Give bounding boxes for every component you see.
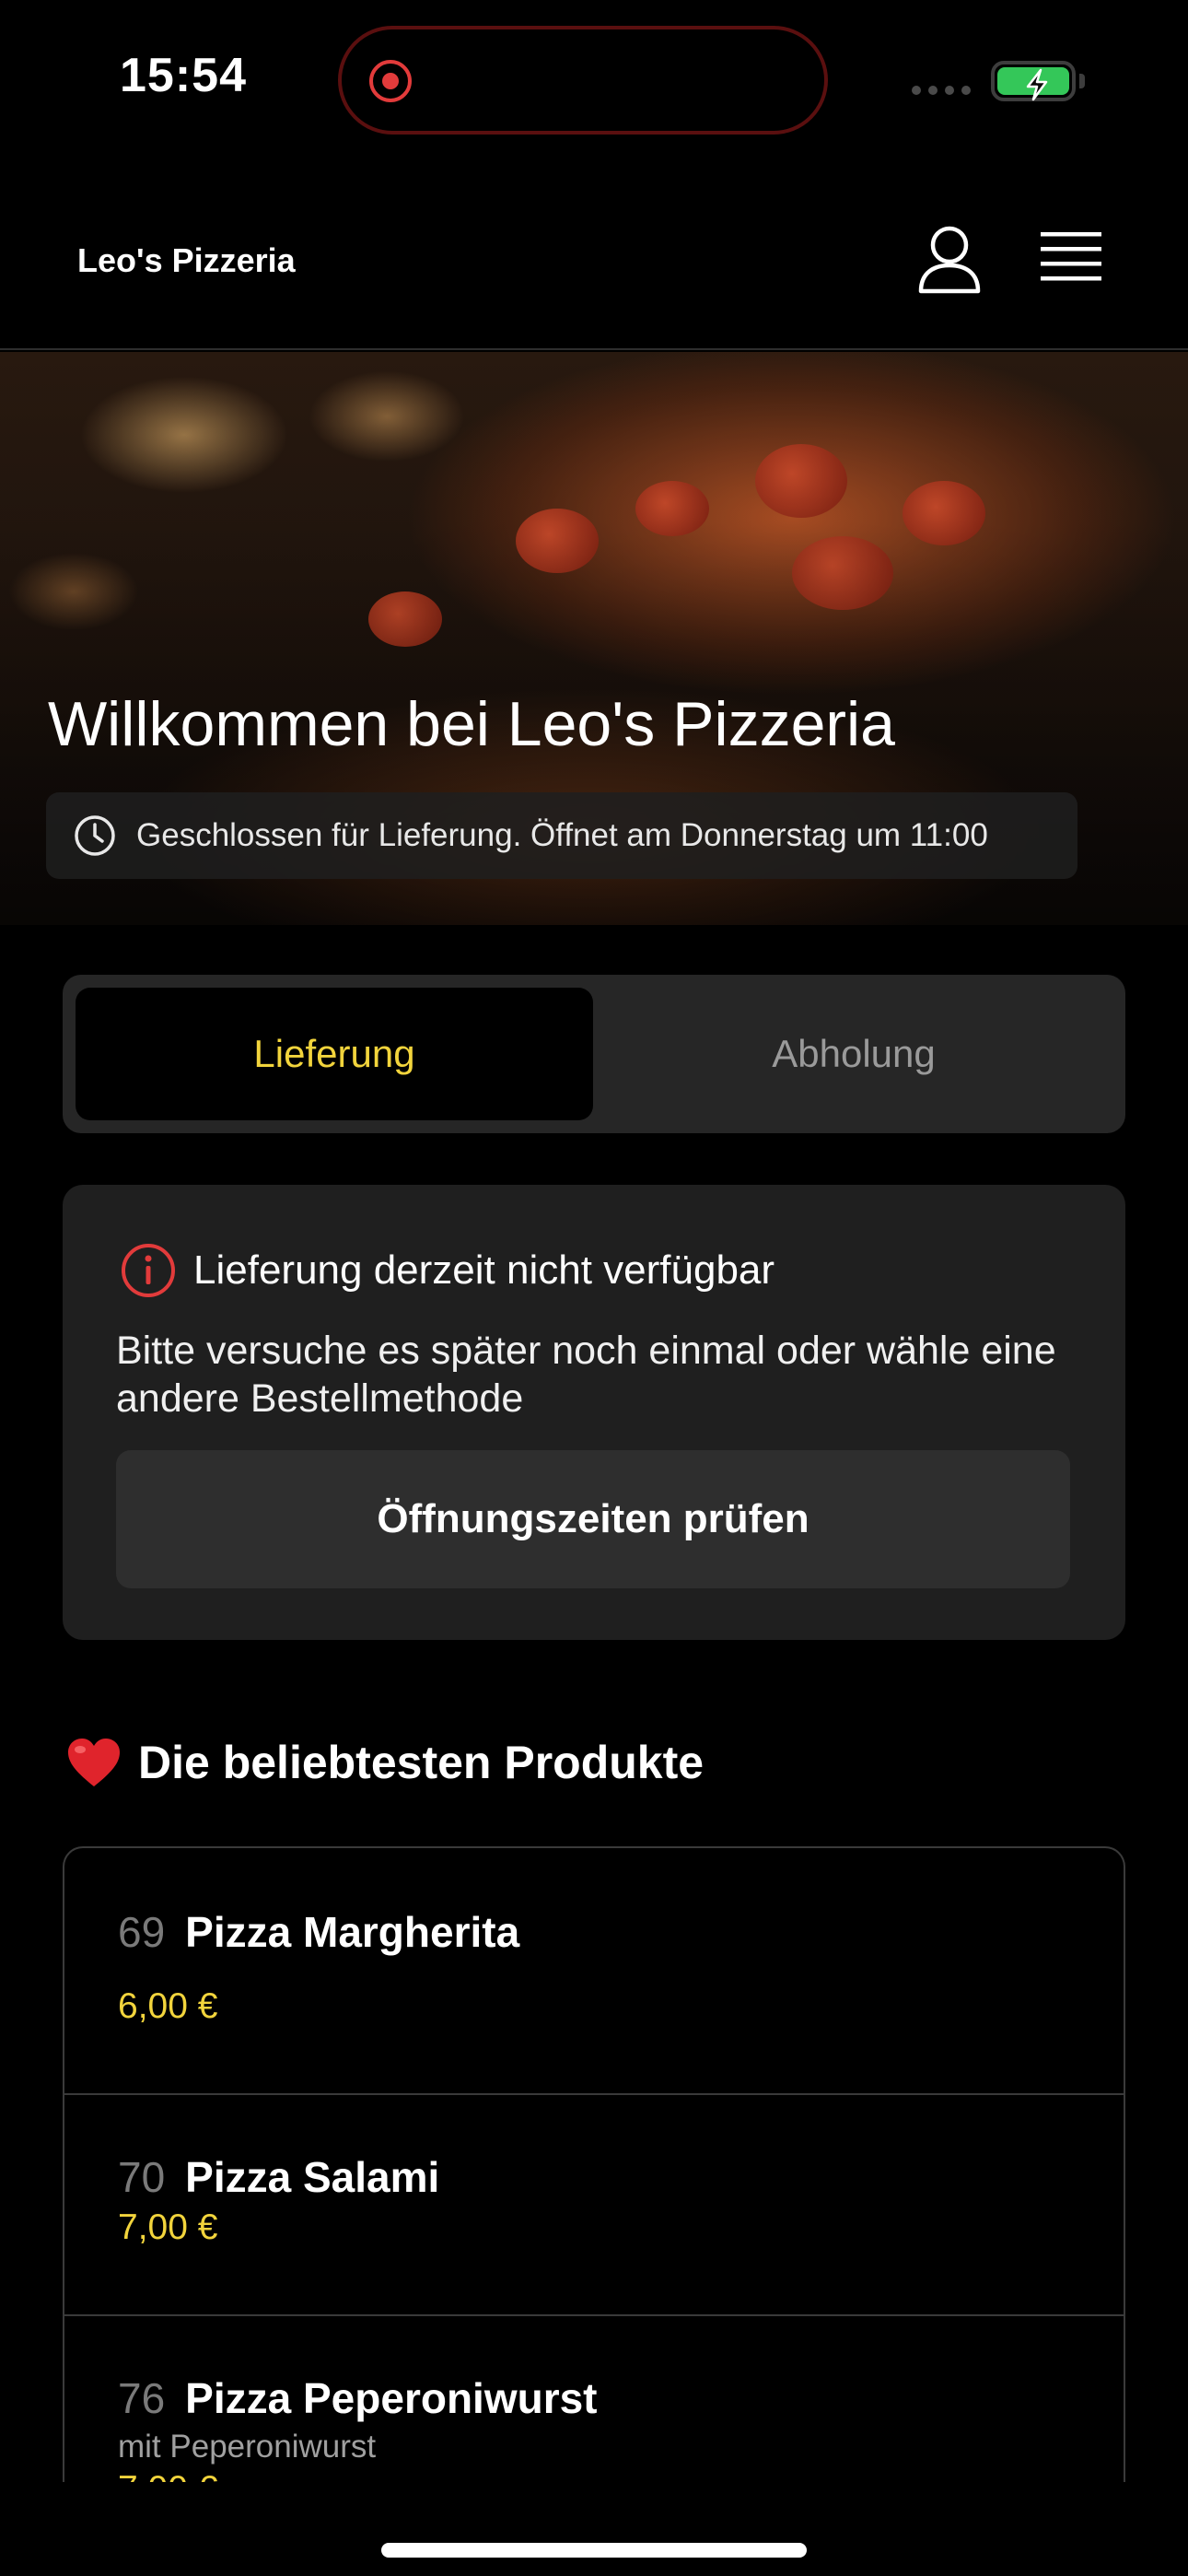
home-indicator[interactable] [381,2543,807,2558]
tab-pickup[interactable]: Abholung [595,988,1112,1120]
product-item[interactable]: 76 Pizza Peperoniwurst mit Peperoniwurst… [64,2314,1124,2482]
product-name: Pizza Salami [185,2153,440,2201]
recording-indicator-icon [369,60,412,102]
dynamic-island [338,26,828,135]
popular-products-title: Die beliebtesten Produkte [138,1737,705,1788]
user-icon[interactable] [917,225,982,295]
product-price: 7,00 € [118,2469,217,2482]
cellular-signal-icon [912,86,971,95]
brand-name[interactable]: Leo's Pizzeria [77,241,296,280]
info-icon [122,1244,175,1297]
product-number: 76 [118,2374,166,2422]
opening-status-badge: Geschlossen für Lieferung. Öffnet am Don… [46,792,1077,879]
product-heading: 69 Pizza Margherita [118,1907,519,1957]
product-name: Pizza Margherita [185,1908,520,1956]
notice-title: Lieferung derzeit nicht verfügbar [193,1247,775,1293]
product-item[interactable]: 69 Pizza Margherita 6,00 € [64,1848,1124,2093]
product-heading: 70 Pizza Salami [118,2152,439,2202]
status-bar: 15:54 [0,0,1188,166]
app-header: Leo's Pizzeria [0,166,1188,350]
battery-cap [1079,74,1085,88]
delivery-unavailable-card: Lieferung derzeit nicht verfügbar Bitte … [63,1185,1125,1640]
notice-header: Lieferung derzeit nicht verfügbar [120,1242,775,1299]
product-price: 7,00 € [118,2207,218,2247]
check-opening-hours-button[interactable]: Öffnungszeiten prüfen [116,1450,1070,1588]
product-heading: 76 Pizza Peperoniwurst [118,2373,598,2423]
menu-icon[interactable] [1041,230,1101,284]
product-number: 69 [118,1908,166,1956]
product-item[interactable]: 70 Pizza Salami 7,00 € [64,2093,1124,2314]
clock-icon [75,815,115,856]
hero-title: Willkommen bei Leo's Pizzeria [48,689,895,759]
product-description: mit Peperoniwurst [118,2429,377,2465]
heart-icon [68,1739,120,1786]
hero-banner: Willkommen bei Leo's Pizzeria Geschlosse… [0,352,1188,925]
product-list: 69 Pizza Margherita 6,00 € 70 Pizza Sala… [63,1846,1125,2482]
order-method-tabs: Lieferung Abholung [63,975,1125,1133]
tab-delivery[interactable]: Lieferung [76,988,593,1120]
notice-message: Bitte versuche es später noch einmal ode… [116,1329,1056,1421]
product-price: 6,00 € [118,1986,218,2026]
popular-products-heading: Die beliebtesten Produkte [66,1736,704,1789]
opening-status-text: Geschlossen für Lieferung. Öffnet am Don… [136,817,988,853]
product-name: Pizza Peperoniwurst [185,2374,598,2422]
product-number: 70 [118,2153,166,2201]
status-time: 15:54 [120,49,247,102]
battery-icon [991,61,1076,101]
